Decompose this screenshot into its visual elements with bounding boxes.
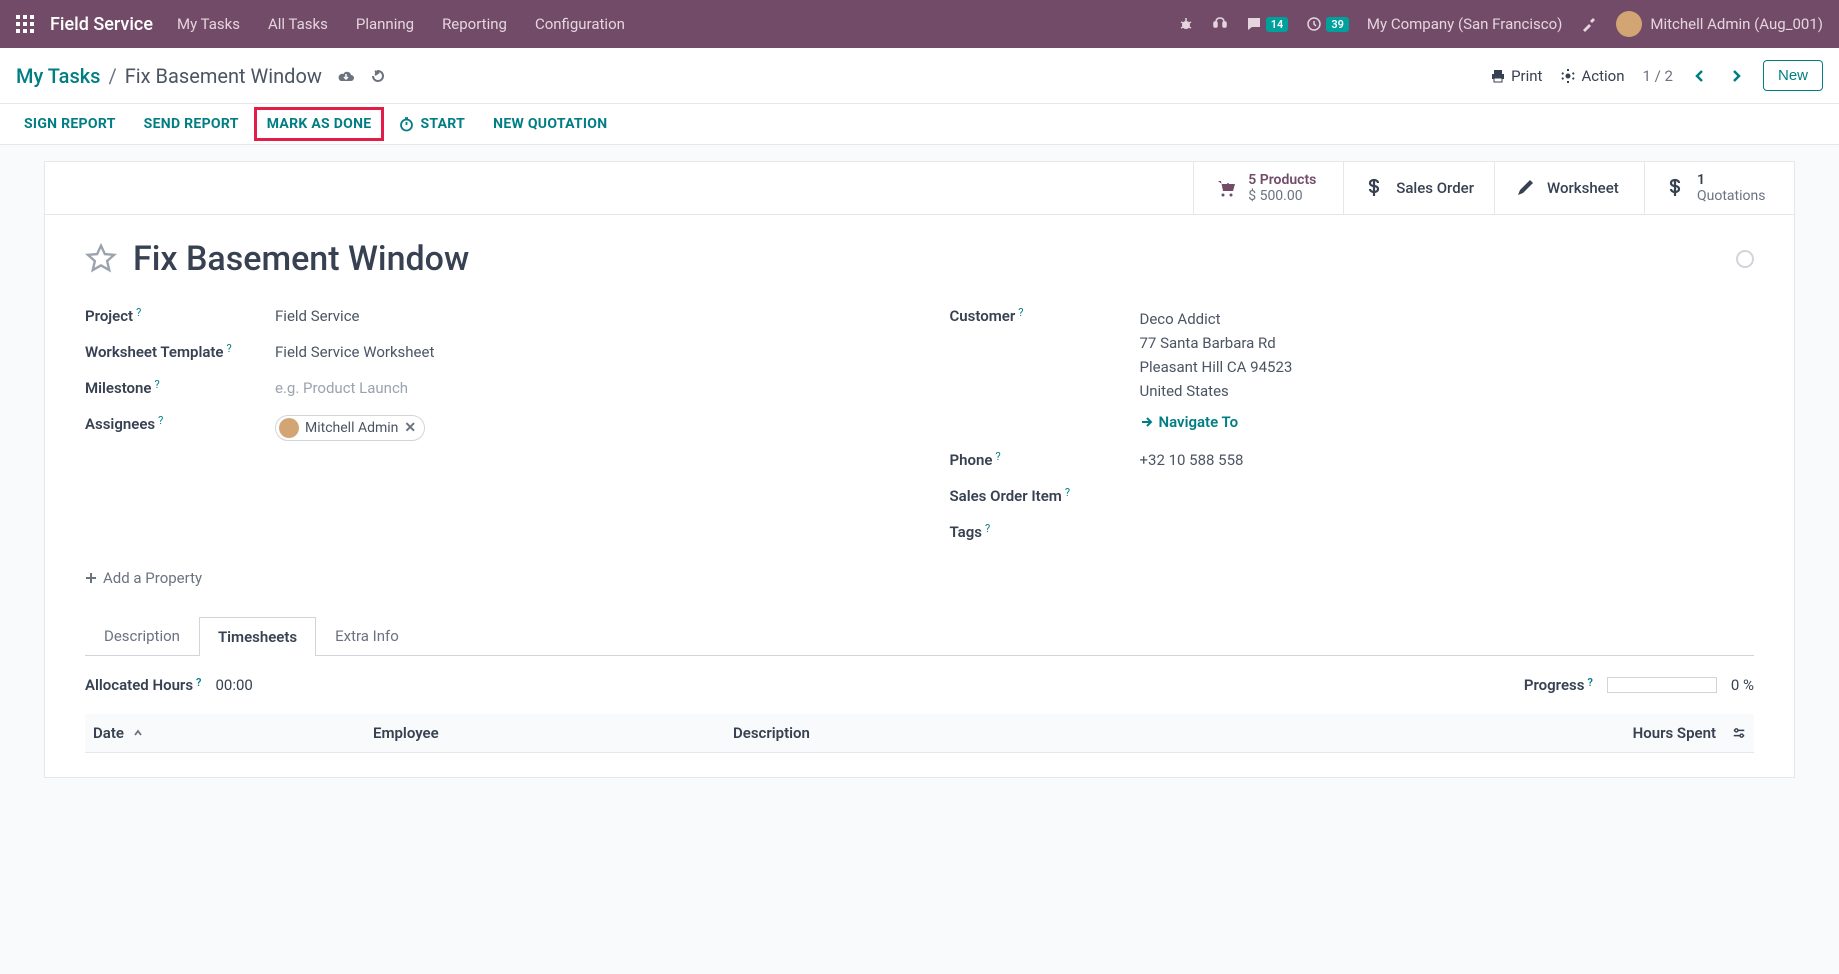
- stat-quotations-label: Quotations: [1697, 188, 1765, 204]
- progress-bar: [1607, 677, 1717, 693]
- top-navbar: Field Service My Tasks All Tasks Plannin…: [0, 0, 1839, 48]
- tab-content-timesheets: Allocated Hours? 00:00 Progress? 0 % Dat…: [85, 656, 1754, 753]
- stat-worksheet-label: Worksheet: [1547, 179, 1619, 197]
- messages-badge: 14: [1266, 17, 1289, 32]
- send-report-button[interactable]: SEND REPORT: [144, 116, 239, 132]
- start-button[interactable]: START: [399, 116, 465, 132]
- timesheet-header: Date Employee Description Hours Spent: [85, 714, 1754, 753]
- activities-badge: 39: [1326, 17, 1349, 32]
- stat-quotations-count: 1: [1697, 172, 1765, 188]
- dollar-icon: [1364, 177, 1384, 199]
- allocated-hours-label: Allocated Hours?: [85, 676, 201, 694]
- tab-description[interactable]: Description: [85, 616, 199, 655]
- user-name: Mitchell Admin (Aug_001): [1650, 15, 1823, 33]
- user-menu[interactable]: Mitchell Admin (Aug_001): [1616, 11, 1823, 37]
- form-right: Customer? Deco Addict 77 Santa Barbara R…: [950, 307, 1755, 541]
- milestone-value[interactable]: e.g. Product Launch: [275, 379, 890, 397]
- nav-configuration[interactable]: Configuration: [535, 15, 625, 33]
- mark-as-done-button[interactable]: MARK AS DONE: [254, 107, 385, 141]
- assignee-tag[interactable]: Mitchell Admin ✕: [275, 415, 425, 441]
- customer-value[interactable]: Deco Addict 77 Santa Barbara Rd Pleasant…: [1140, 307, 1755, 433]
- activities-icon[interactable]: 39: [1306, 16, 1349, 32]
- timer-icon: [399, 117, 414, 132]
- star-icon[interactable]: [85, 243, 117, 275]
- tab-timesheets[interactable]: Timesheets: [199, 617, 316, 656]
- col-employee[interactable]: Employee: [365, 724, 725, 742]
- avatar: [1616, 11, 1642, 37]
- stat-row: 5 Products $ 500.00 Sales Order Workshee…: [44, 161, 1795, 215]
- apps-icon[interactable]: [16, 15, 34, 33]
- breadcrumb-sep: /: [108, 64, 116, 88]
- milestone-label: Milestone?: [85, 379, 275, 397]
- pager[interactable]: 1 / 2: [1642, 67, 1673, 85]
- content: 5 Products $ 500.00 Sales Order Workshee…: [0, 145, 1839, 794]
- project-value[interactable]: Field Service: [275, 307, 890, 325]
- company-selector[interactable]: My Company (San Francisco): [1367, 15, 1562, 33]
- state-circle-icon[interactable]: [1736, 250, 1754, 268]
- support-icon[interactable]: [1212, 16, 1228, 32]
- action-menu[interactable]: Action: [1560, 67, 1624, 85]
- messages-icon[interactable]: 14: [1246, 16, 1289, 32]
- col-settings-icon[interactable]: [1724, 724, 1754, 742]
- new-quotation-button[interactable]: NEW QUOTATION: [493, 116, 607, 132]
- tab-extra-info[interactable]: Extra Info: [316, 616, 418, 655]
- stat-sales-order[interactable]: Sales Order: [1343, 162, 1494, 214]
- dollar-icon: [1665, 177, 1685, 199]
- add-property-button[interactable]: Add a Property: [85, 569, 202, 587]
- print-button[interactable]: Print: [1490, 67, 1542, 85]
- phone-value[interactable]: +32 10 588 558: [1140, 451, 1755, 469]
- nav-reporting[interactable]: Reporting: [442, 15, 507, 33]
- progress-value: 0 %: [1731, 676, 1754, 694]
- remove-assignee-icon[interactable]: ✕: [404, 420, 416, 436]
- nav-planning[interactable]: Planning: [356, 15, 414, 33]
- sort-caret-icon[interactable]: [132, 727, 144, 739]
- app-brand[interactable]: Field Service: [50, 14, 153, 35]
- navbar-right: 14 39 My Company (San Francisco) Mitchel…: [1178, 11, 1823, 37]
- phone-label: Phone?: [950, 451, 1140, 469]
- form-left: Project? Field Service Worksheet Templat…: [85, 307, 890, 541]
- form-body: Fix Basement Window Project? Field Servi…: [44, 215, 1795, 778]
- discard-icon[interactable]: [370, 68, 386, 84]
- stat-products[interactable]: 5 Products $ 500.00: [1193, 162, 1343, 214]
- nav-all-tasks[interactable]: All Tasks: [268, 15, 328, 33]
- tabs: Description Timesheets Extra Info: [85, 616, 1754, 656]
- pager-next-icon[interactable]: [1727, 69, 1745, 83]
- tags-label: Tags?: [950, 523, 1140, 541]
- stat-products-count: 5 Products: [1248, 172, 1316, 188]
- avatar: [279, 418, 299, 438]
- breadcrumb-bar: My Tasks / Fix Basement Window Print Act…: [0, 48, 1839, 104]
- assignee-name: Mitchell Admin: [305, 420, 398, 436]
- pencil-icon: [1515, 178, 1535, 198]
- assignees-label: Assignees?: [85, 415, 275, 433]
- new-button[interactable]: New: [1763, 60, 1823, 91]
- navigate-to-link[interactable]: Navigate To: [1140, 413, 1239, 431]
- worksheet-template-value[interactable]: Field Service Worksheet: [275, 343, 890, 361]
- stat-worksheet[interactable]: Worksheet: [1494, 162, 1644, 214]
- action-bar: SIGN REPORT SEND REPORT MARK AS DONE STA…: [0, 104, 1839, 145]
- assignees-value[interactable]: Mitchell Admin ✕: [275, 415, 890, 442]
- stat-quotations[interactable]: 1 Quotations: [1644, 162, 1794, 214]
- col-description[interactable]: Description: [725, 724, 1584, 742]
- debug-icon[interactable]: [1178, 16, 1194, 32]
- cart-icon: [1214, 177, 1236, 199]
- col-date[interactable]: Date: [85, 724, 365, 742]
- pager-prev-icon[interactable]: [1691, 69, 1709, 83]
- worksheet-template-label: Worksheet Template?: [85, 343, 275, 361]
- allocated-hours-value[interactable]: 00:00: [215, 676, 252, 694]
- tools-icon[interactable]: [1580, 15, 1598, 33]
- nav-my-tasks[interactable]: My Tasks: [177, 15, 240, 33]
- stat-products-value: $ 500.00: [1248, 188, 1316, 204]
- sign-report-button[interactable]: SIGN REPORT: [24, 116, 116, 132]
- nav-menu: My Tasks All Tasks Planning Reporting Co…: [177, 15, 625, 33]
- project-label: Project?: [85, 307, 275, 325]
- col-hours-spent[interactable]: Hours Spent: [1584, 724, 1724, 742]
- cloud-save-icon[interactable]: [336, 68, 356, 84]
- customer-label: Customer?: [950, 307, 1140, 325]
- progress-label: Progress?: [1524, 676, 1593, 694]
- breadcrumb-current: Fix Basement Window: [125, 64, 322, 88]
- task-title[interactable]: Fix Basement Window: [133, 239, 1720, 279]
- sales-order-item-label: Sales Order Item?: [950, 487, 1140, 505]
- breadcrumb-parent[interactable]: My Tasks: [16, 64, 100, 88]
- stat-sales-order-label: Sales Order: [1396, 179, 1474, 197]
